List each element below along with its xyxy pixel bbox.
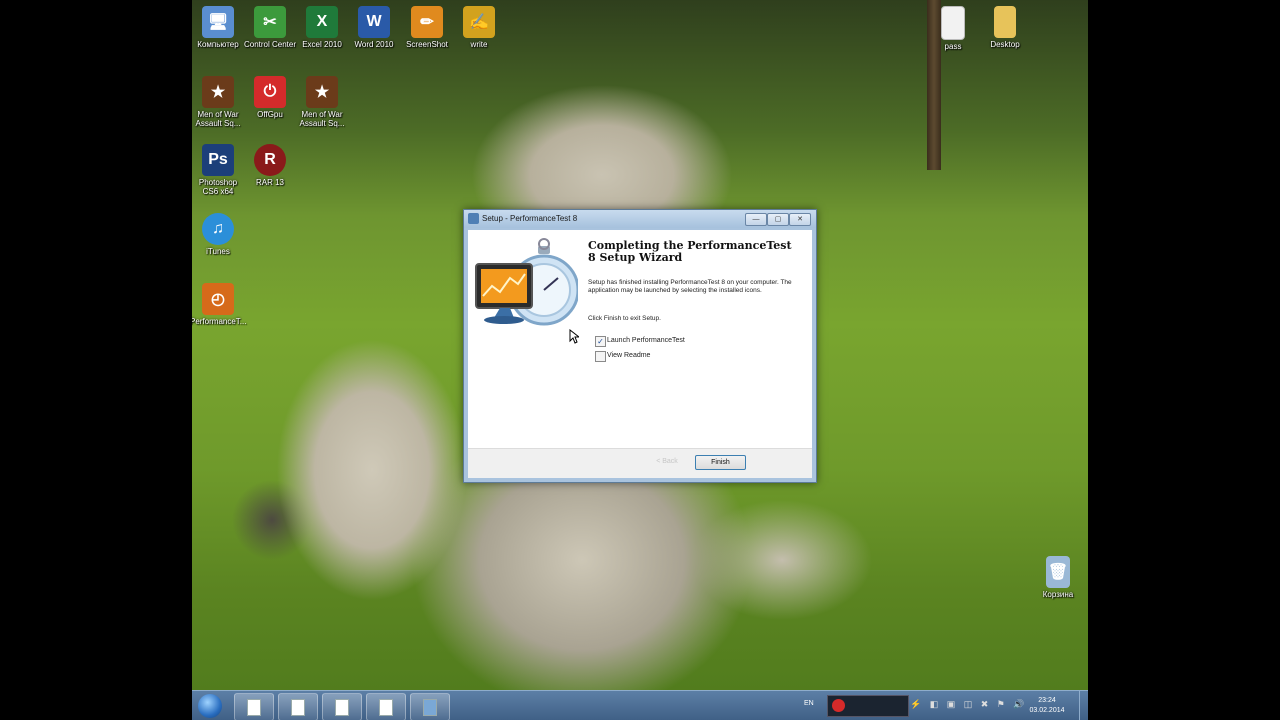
- power-icon: ⏻: [254, 76, 286, 108]
- pencil-icon: ✏: [411, 6, 443, 38]
- game-icon: ★: [202, 76, 234, 108]
- icon-label: pass: [944, 42, 962, 51]
- rar-icon: R: [254, 144, 286, 176]
- desktop-icon-pass[interactable]: pass: [925, 6, 981, 51]
- taskbar-item-2[interactable]: [278, 693, 318, 720]
- dialog-titlebar[interactable]: Setup - PerformanceTest 8 — ▢ ✕: [464, 210, 816, 228]
- setup-dialog: Setup - PerformanceTest 8 — ▢ ✕ Completi…: [463, 209, 817, 483]
- desktop-icon-word[interactable]: W Word 2010: [346, 6, 402, 49]
- document-icon: [379, 698, 393, 716]
- desktop-icon-desktop-folder[interactable]: Desktop: [977, 6, 1033, 49]
- desktop-icon-control-center[interactable]: ✂ Control Center: [242, 6, 298, 49]
- back-button: < Back: [656, 458, 678, 465]
- control-center-icon: ✂: [254, 6, 286, 38]
- clock-time: 23:24: [1038, 697, 1056, 704]
- icon-label: write: [470, 40, 488, 49]
- icon-label: iTunes: [206, 247, 230, 256]
- taskbar-item-1[interactable]: [234, 693, 274, 720]
- computer-icon: 🖥: [202, 6, 234, 38]
- maximize-button[interactable]: ▢: [767, 213, 789, 226]
- photoshop-icon: Ps: [202, 144, 234, 176]
- desktop-icon-excel[interactable]: X Excel 2010: [294, 6, 350, 49]
- icon-label: RAR 13: [255, 178, 284, 187]
- recycle-bin-icon: 🗑: [1046, 556, 1070, 588]
- icon-label: Desktop: [990, 40, 1020, 49]
- desktop-icon-computer[interactable]: 🖥 Компьютер: [192, 6, 246, 49]
- setup-app-icon: [468, 213, 479, 224]
- icon-label: Men of War Assault Sq...: [195, 110, 241, 128]
- stopwatch-monitor-icon: [475, 238, 578, 326]
- finish-button[interactable]: Finish: [695, 455, 746, 470]
- desktop-icon-rar[interactable]: R RAR 13: [242, 144, 298, 187]
- icon-label: Excel 2010: [302, 40, 342, 49]
- icon-label: Корзина: [1042, 590, 1074, 599]
- icon-label: PerformanceT...: [192, 317, 247, 326]
- taskbar-item-3[interactable]: [322, 693, 362, 720]
- icon-label: Компьютер: [197, 40, 239, 49]
- tray-icons[interactable]: ⚡ ◧ ▣ ◫ ✖ ⚑ 🔊: [910, 699, 1028, 710]
- itunes-icon: ♫: [202, 213, 234, 245]
- start-button[interactable]: [198, 694, 222, 718]
- icon-label: Word 2010: [354, 40, 394, 49]
- close-button[interactable]: ✕: [789, 213, 811, 226]
- icon-label: Photoshop CS6 x64: [198, 178, 238, 196]
- mouse-cursor-icon: [569, 329, 579, 344]
- setup-icon: [423, 698, 437, 716]
- desktop-icon-itunes[interactable]: ♫ iTunes: [192, 213, 246, 256]
- readme-checkbox[interactable]: [595, 351, 606, 362]
- desktop: 🖥 Компьютер ✂ Control Center X Excel 201…: [192, 0, 1088, 720]
- desktop-icon-screenshot[interactable]: ✏ ScreenShot: [399, 6, 455, 49]
- clock-date: 03.02.2014: [1029, 707, 1065, 714]
- launch-checkbox-label[interactable]: Launch PerformanceTest: [607, 337, 685, 344]
- desktop-icon-performancetest[interactable]: ◴ PerformanceT...: [192, 283, 246, 326]
- document-icon: [335, 698, 349, 716]
- game-icon: ★: [306, 76, 338, 108]
- performancetest-icon: ◴: [202, 283, 234, 315]
- taskbar-item-4[interactable]: [366, 693, 406, 720]
- launch-checkbox[interactable]: ✓: [595, 336, 606, 347]
- document-icon: [247, 698, 261, 716]
- word-icon: W: [358, 6, 390, 38]
- write-icon: ✍: [463, 6, 495, 38]
- desktop-icon-photoshop[interactable]: Ps Photoshop CS6 x64: [192, 144, 246, 196]
- icon-label: OffGpu: [257, 110, 283, 119]
- readme-checkbox-label[interactable]: View Readme: [607, 352, 650, 359]
- dialog-client: Completing the PerformanceTest 8 Setup W…: [468, 230, 812, 478]
- recorder-toolbar[interactable]: [827, 695, 909, 717]
- wizard-finish-hint: Click Finish to exit Setup.: [588, 315, 661, 322]
- language-indicator[interactable]: EN: [804, 700, 814, 707]
- minimize-button[interactable]: —: [745, 213, 767, 226]
- desktop-icon-offgpu[interactable]: ⏻ OffGpu: [242, 76, 298, 119]
- desktop-icon-write[interactable]: ✍ write: [451, 6, 507, 49]
- dialog-title: Setup - PerformanceTest 8: [482, 214, 578, 223]
- folder-icon: [994, 6, 1016, 38]
- clock[interactable]: 23:24 03.02.2014: [1024, 696, 1070, 716]
- record-icon[interactable]: [832, 699, 845, 712]
- taskbar-item-setup[interactable]: [410, 693, 450, 720]
- file-icon: [941, 6, 965, 40]
- document-icon: [291, 698, 305, 716]
- desktop-icon-men-of-war-1[interactable]: ★ Men of War Assault Sq...: [192, 76, 246, 128]
- icon-label: Men of War Assault Sq...: [299, 110, 345, 128]
- wizard-heading: Completing the PerformanceTest 8 Setup W…: [588, 239, 792, 264]
- excel-icon: X: [306, 6, 338, 38]
- show-desktop-button[interactable]: [1079, 691, 1088, 720]
- dialog-button-bar: < Back Finish: [468, 448, 812, 478]
- wizard-body-text: Setup has finished installing Performanc…: [588, 279, 792, 294]
- icon-label: ScreenShot: [406, 40, 448, 49]
- icon-label: Control Center: [243, 40, 297, 49]
- taskbar: EN ⚡ ◧ ▣ ◫ ✖ ⚑ 🔊 23:24 03.02.2014: [192, 690, 1088, 720]
- desktop-icon-men-of-war-2[interactable]: ★ Men of War Assault Sq...: [294, 76, 350, 128]
- desktop-icon-recycle-bin[interactable]: 🗑 Корзина: [1030, 556, 1086, 599]
